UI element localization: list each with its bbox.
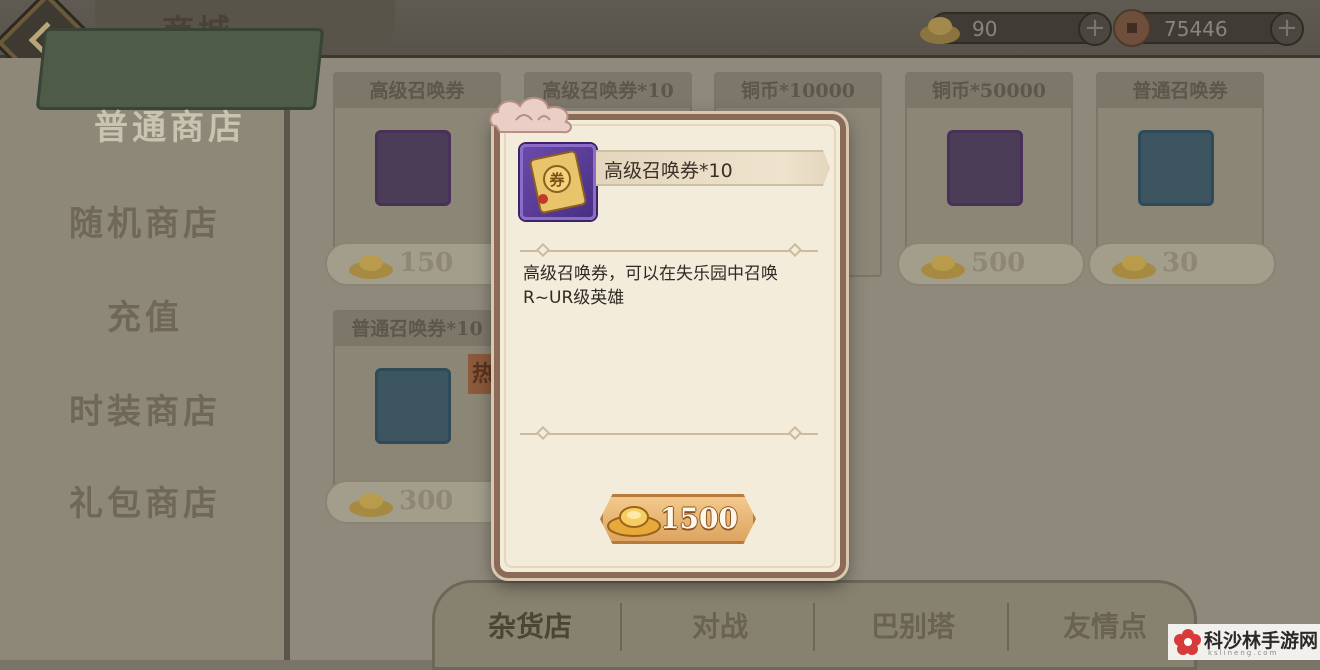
- watermark-subtext: kslineng.com: [1208, 649, 1279, 657]
- card-price: 500: [897, 242, 1085, 286]
- card-price: 300: [325, 480, 513, 524]
- tab-general-store[interactable]: 杂货店: [435, 605, 625, 645]
- ticket-scroll-icon: 券: [529, 150, 587, 214]
- shop-card[interactable]: 铜币*50000 500: [897, 72, 1085, 286]
- cloud-ornament-icon: [489, 97, 572, 134]
- normal-ticket-icon: [1138, 130, 1214, 206]
- card-title: 普通召唤券: [1098, 74, 1262, 108]
- sidebar-active-tab[interactable]: [35, 28, 325, 110]
- add-gold-button[interactable]: +: [1078, 12, 1112, 46]
- tab-separator: [1007, 603, 1009, 651]
- card-price: 30: [1088, 242, 1276, 286]
- card-price-value: 150: [399, 248, 454, 278]
- bottom-divider: [520, 425, 818, 441]
- flower-logo-icon: [1174, 629, 1201, 655]
- coin-currency-display: 75446 +: [1113, 9, 1304, 47]
- tab-babel-tower[interactable]: 巴别塔: [818, 605, 1008, 645]
- tab-battle[interactable]: 对战: [625, 605, 815, 645]
- gold-ingot-icon: [1112, 255, 1156, 279]
- gold-ingot-icon: [349, 255, 393, 279]
- sidebar-item-normal-shop[interactable]: 普通商店: [40, 100, 300, 149]
- gold-amount: 90: [972, 17, 998, 41]
- tab-separator: [813, 603, 815, 651]
- buy-price[interactable]: 1500: [660, 502, 738, 535]
- summon-ticket-icon: 券: [520, 144, 596, 220]
- card-price-value: 500: [971, 248, 1026, 278]
- copper-coin-icon: [1113, 9, 1151, 47]
- shop-card[interactable]: 高级召唤券 150: [325, 72, 513, 286]
- shop-card[interactable]: 普通召唤券 30: [1088, 72, 1276, 286]
- card-price: 150: [325, 242, 513, 286]
- card-title: 普通召唤券*10: [335, 312, 499, 346]
- normal-ticket-icon: [375, 368, 451, 444]
- gold-ingot-icon: [921, 255, 965, 279]
- sidebar-item-random-shop[interactable]: 随机商店: [0, 196, 290, 245]
- copper-coin-icon: [947, 130, 1023, 206]
- add-coin-button[interactable]: +: [1270, 12, 1304, 46]
- card-title: 高级召唤券: [335, 74, 499, 108]
- card-title: 铜币*50000: [907, 74, 1071, 108]
- card-price-value: 300: [399, 486, 454, 516]
- sidebar-item-recharge[interactable]: 充值: [0, 290, 290, 339]
- sidebar-item-fashion-shop[interactable]: 时装商店: [0, 384, 290, 433]
- gold-ingot-icon: [920, 17, 960, 44]
- card-title: 铜币*10000: [716, 74, 880, 108]
- gold-ingot-icon: [607, 506, 661, 537]
- gold-ingot-icon: [349, 493, 393, 517]
- item-name: 高级召唤券*10: [604, 160, 733, 182]
- card-price-value: 30: [1162, 248, 1199, 278]
- tab-separator: [620, 603, 622, 651]
- bottom-tab-bar: 杂货店 对战 巴别塔 友情点: [432, 580, 1197, 670]
- summon-ticket-icon: [375, 130, 451, 206]
- svg-text:券: 券: [549, 171, 565, 189]
- shop-card[interactable]: 普通召唤券*10 300: [325, 310, 513, 524]
- top-divider: [520, 242, 818, 258]
- sidebar-item-gift-shop[interactable]: 礼包商店: [0, 476, 290, 525]
- gold-currency-display: 90 +: [920, 12, 1112, 46]
- site-watermark: 科沙林手游网 kslineng.com: [1168, 624, 1320, 660]
- item-description: 高级召唤券，可以在失乐园中召唤R~UR级英雄: [523, 264, 778, 308]
- coin-amount: 75446: [1164, 17, 1228, 41]
